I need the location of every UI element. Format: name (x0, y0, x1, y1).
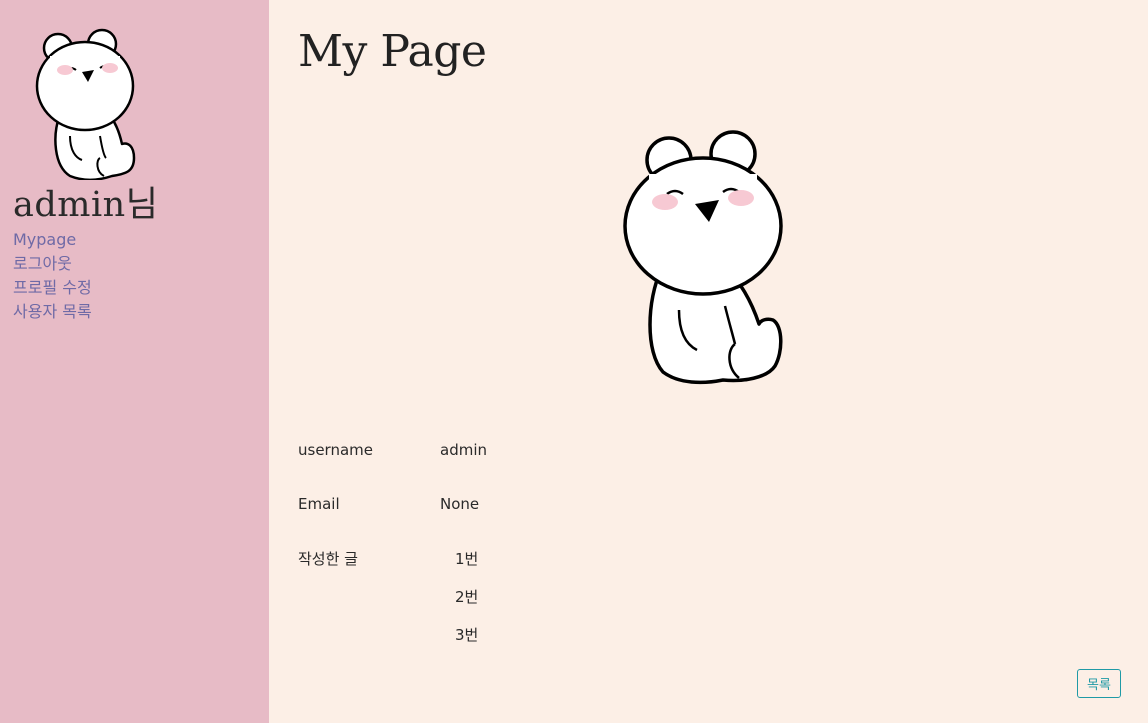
list-button[interactable]: 목록 (1077, 669, 1121, 698)
sidebar-item-mypage[interactable]: Mypage (13, 228, 92, 252)
email-label: Email (298, 495, 340, 513)
sidebar-username: admin님 (13, 185, 159, 225)
posts-label: 작성한 글 (298, 550, 358, 568)
sidebar-item-logout[interactable]: 로그아웃 (13, 252, 92, 276)
username-value: admin (440, 441, 487, 459)
post-link-1[interactable]: 1번 (455, 548, 478, 569)
sidebar: admin님 Mypage 로그아웃 프로필 수정 사용자 목록 (0, 0, 269, 723)
page-title: My Page (298, 26, 487, 77)
post-link-3[interactable]: 3번 (455, 624, 478, 645)
bear-avatar-icon (35, 28, 136, 180)
main-content: My Page username admin Email None 작성한 글 … (269, 0, 1148, 723)
sidebar-nav: Mypage 로그아웃 프로필 수정 사용자 목록 (13, 228, 92, 324)
sidebar-item-user-list[interactable]: 사용자 목록 (13, 300, 92, 324)
sidebar-item-edit-profile[interactable]: 프로필 수정 (13, 276, 92, 300)
username-label: username (298, 441, 373, 459)
post-link-2[interactable]: 2번 (455, 586, 478, 607)
bear-sitting-icon (623, 130, 783, 385)
email-value: None (440, 495, 480, 513)
